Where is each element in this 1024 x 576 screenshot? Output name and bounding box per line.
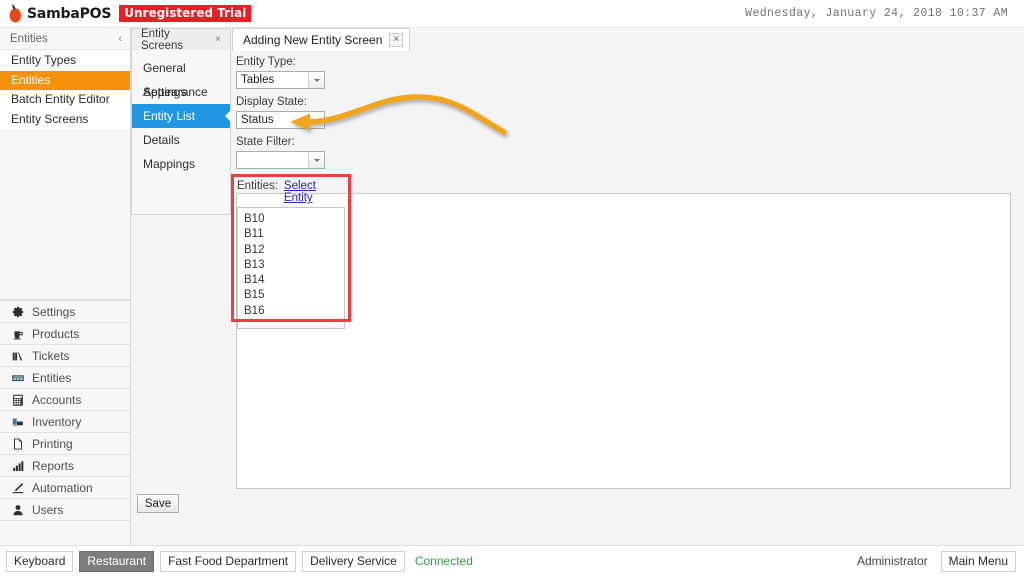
entity-type-label: Entity Type: bbox=[236, 56, 296, 68]
document-tab-label: Adding New Entity Screen bbox=[243, 32, 383, 47]
sidebar-header-title: Entities bbox=[10, 32, 48, 45]
sidebar-item-entity-screens[interactable]: Entity Screens bbox=[0, 110, 130, 130]
calculator-icon bbox=[13, 394, 23, 406]
select-entity-link[interactable]: Select Entity bbox=[284, 180, 347, 204]
save-button[interactable]: Save bbox=[137, 494, 179, 513]
nav-item-reports[interactable]: Reports bbox=[0, 455, 130, 477]
nav-label-products: Products bbox=[32, 326, 80, 341]
nav-label-tickets: Tickets bbox=[32, 348, 70, 363]
close-icon[interactable]: × bbox=[389, 32, 404, 47]
state-filter-combobox[interactable] bbox=[236, 151, 325, 169]
current-user-label: Administrator bbox=[856, 554, 928, 568]
nav-item-automation[interactable]: Automation bbox=[0, 477, 130, 499]
entity-type-combobox[interactable]: Tables bbox=[236, 71, 325, 89]
main-menu-button[interactable]: Main Menu bbox=[940, 550, 1016, 572]
pepper-logo-icon bbox=[9, 4, 21, 23]
nav-item-users[interactable]: Users bbox=[0, 499, 130, 521]
tickets-icon bbox=[12, 352, 23, 360]
status-button-keyboard[interactable]: Keyboard bbox=[6, 550, 74, 572]
page-icon bbox=[14, 437, 22, 450]
settings-tab-column: Entity Screens × General Settings Appear… bbox=[131, 28, 231, 545]
chevron-down-icon[interactable] bbox=[308, 152, 324, 168]
bar-chart-icon bbox=[13, 460, 24, 471]
nav-label-accounts: Accounts bbox=[32, 392, 82, 407]
connection-status: Connected bbox=[414, 554, 473, 568]
status-button-delivery-service[interactable]: Delivery Service bbox=[302, 550, 405, 572]
sidebar-header: Entities ‹ bbox=[0, 28, 130, 50]
state-filter-label: State Filter: bbox=[236, 136, 295, 148]
display-state-label: Display State: bbox=[236, 96, 307, 108]
nav-label-inventory: Inventory bbox=[32, 414, 82, 429]
nav-label-entities: Entities bbox=[32, 370, 72, 385]
gear-icon bbox=[12, 306, 24, 317]
nav-label-reports: Reports bbox=[32, 458, 75, 473]
display-state-input[interactable]: Status bbox=[236, 111, 325, 129]
list-item[interactable]: B14 bbox=[241, 273, 344, 288]
entities-listbox[interactable]: B10 B11 B12 B13 B14 B15 B16 bbox=[237, 207, 345, 329]
list-item[interactable]: B10 bbox=[241, 212, 344, 227]
close-icon[interactable]: × bbox=[212, 33, 224, 46]
sidebar-empty-space bbox=[0, 129, 130, 299]
entity-list-form: Entity Type: Tables Display State: Statu… bbox=[236, 56, 356, 169]
list-item[interactable]: B15 bbox=[241, 288, 344, 303]
status-button-restaurant[interactable]: Restaurant bbox=[79, 550, 155, 572]
status-bar: Keyboard Restaurant Fast Food Department… bbox=[0, 545, 1024, 576]
title-bar: SambaPOS Unregistered Trial Wednesday, J… bbox=[0, 0, 1024, 28]
list-item[interactable]: B16 bbox=[241, 304, 344, 319]
nav-label-automation: Automation bbox=[32, 480, 93, 495]
nav-item-settings[interactable]: Settings bbox=[0, 301, 130, 323]
user-icon bbox=[13, 504, 23, 515]
nav-item-entities[interactable]: Entities bbox=[0, 367, 130, 389]
nav-item-inventory[interactable]: Inventory bbox=[0, 411, 130, 433]
status-bar-right: Administrator Main Menu bbox=[856, 550, 1024, 572]
nav-item-products[interactable]: Products bbox=[0, 323, 130, 345]
tab-entity-screens[interactable]: Entity Screens × bbox=[131, 27, 231, 52]
section-mappings[interactable]: Mappings bbox=[132, 152, 230, 176]
sidebar-item-entity-types[interactable]: Entity Types bbox=[0, 51, 130, 71]
section-general-settings[interactable]: General Settings bbox=[132, 56, 230, 99]
nav-label-users: Users bbox=[32, 502, 64, 517]
entities-label: Entities: bbox=[237, 180, 278, 192]
entities-group: Entities: Select Entity B10 B11 B12 B13 … bbox=[237, 180, 347, 329]
brand-logo-area: SambaPOS Unregistered Trial bbox=[8, 4, 252, 23]
entity-type-value: Tables bbox=[241, 74, 275, 86]
clock-display: Wednesday, January 24, 2018 10:37 AM bbox=[745, 7, 1008, 20]
collapse-sidebar-icon[interactable]: ‹ bbox=[118, 33, 122, 45]
brand-name: SambaPOS bbox=[27, 5, 112, 22]
table-icon bbox=[12, 374, 24, 381]
nav-label-settings: Settings bbox=[32, 304, 76, 319]
entities-header: Entities: Select Entity bbox=[237, 180, 347, 204]
main-navigation-list: Settings Products Tickets Entities Accou… bbox=[0, 300, 130, 521]
sidebar-item-list: Entity Types Entities Batch Entity Edito… bbox=[0, 50, 130, 300]
nav-item-printing[interactable]: Printing bbox=[0, 433, 130, 455]
trial-badge: Unregistered Trial bbox=[119, 5, 252, 22]
section-entity-list[interactable]: Entity List bbox=[132, 104, 230, 128]
status-button-fast-food-department[interactable]: Fast Food Department bbox=[160, 550, 297, 572]
section-details[interactable]: Details bbox=[132, 128, 230, 152]
cup-icon bbox=[13, 330, 23, 339]
entity-screen-preview-panel bbox=[236, 193, 1011, 489]
sidebar-item-batch-entity-editor[interactable]: Batch Entity Editor bbox=[0, 90, 130, 110]
document-tab-adding-new-entity-screen[interactable]: Adding New Entity Screen × bbox=[232, 28, 411, 51]
nav-item-tickets[interactable]: Tickets bbox=[0, 345, 130, 367]
application-window: SambaPOS Unregistered Trial Wednesday, J… bbox=[0, 0, 1024, 576]
pencil-icon bbox=[12, 482, 24, 493]
list-item[interactable]: B12 bbox=[241, 243, 344, 258]
entity-screen-section-list: General Settings Appearance Entity List … bbox=[131, 50, 231, 215]
boxes-icon bbox=[12, 418, 23, 425]
list-item[interactable]: B11 bbox=[241, 227, 344, 242]
section-appearance[interactable]: Appearance bbox=[132, 80, 230, 104]
nav-label-printing: Printing bbox=[32, 436, 73, 451]
sidebar-item-entities[interactable]: Entities bbox=[0, 70, 130, 90]
left-sidebar: Entities ‹ Entity Types Entities Batch E… bbox=[0, 28, 131, 545]
tab-entity-screens-label: Entity Screens bbox=[141, 27, 184, 52]
chevron-down-icon[interactable] bbox=[308, 72, 324, 88]
list-item[interactable]: B13 bbox=[241, 258, 344, 273]
nav-item-accounts[interactable]: Accounts bbox=[0, 389, 130, 411]
main-content-area: Adding New Entity Screen × Entity Type: … bbox=[137, 28, 1024, 545]
